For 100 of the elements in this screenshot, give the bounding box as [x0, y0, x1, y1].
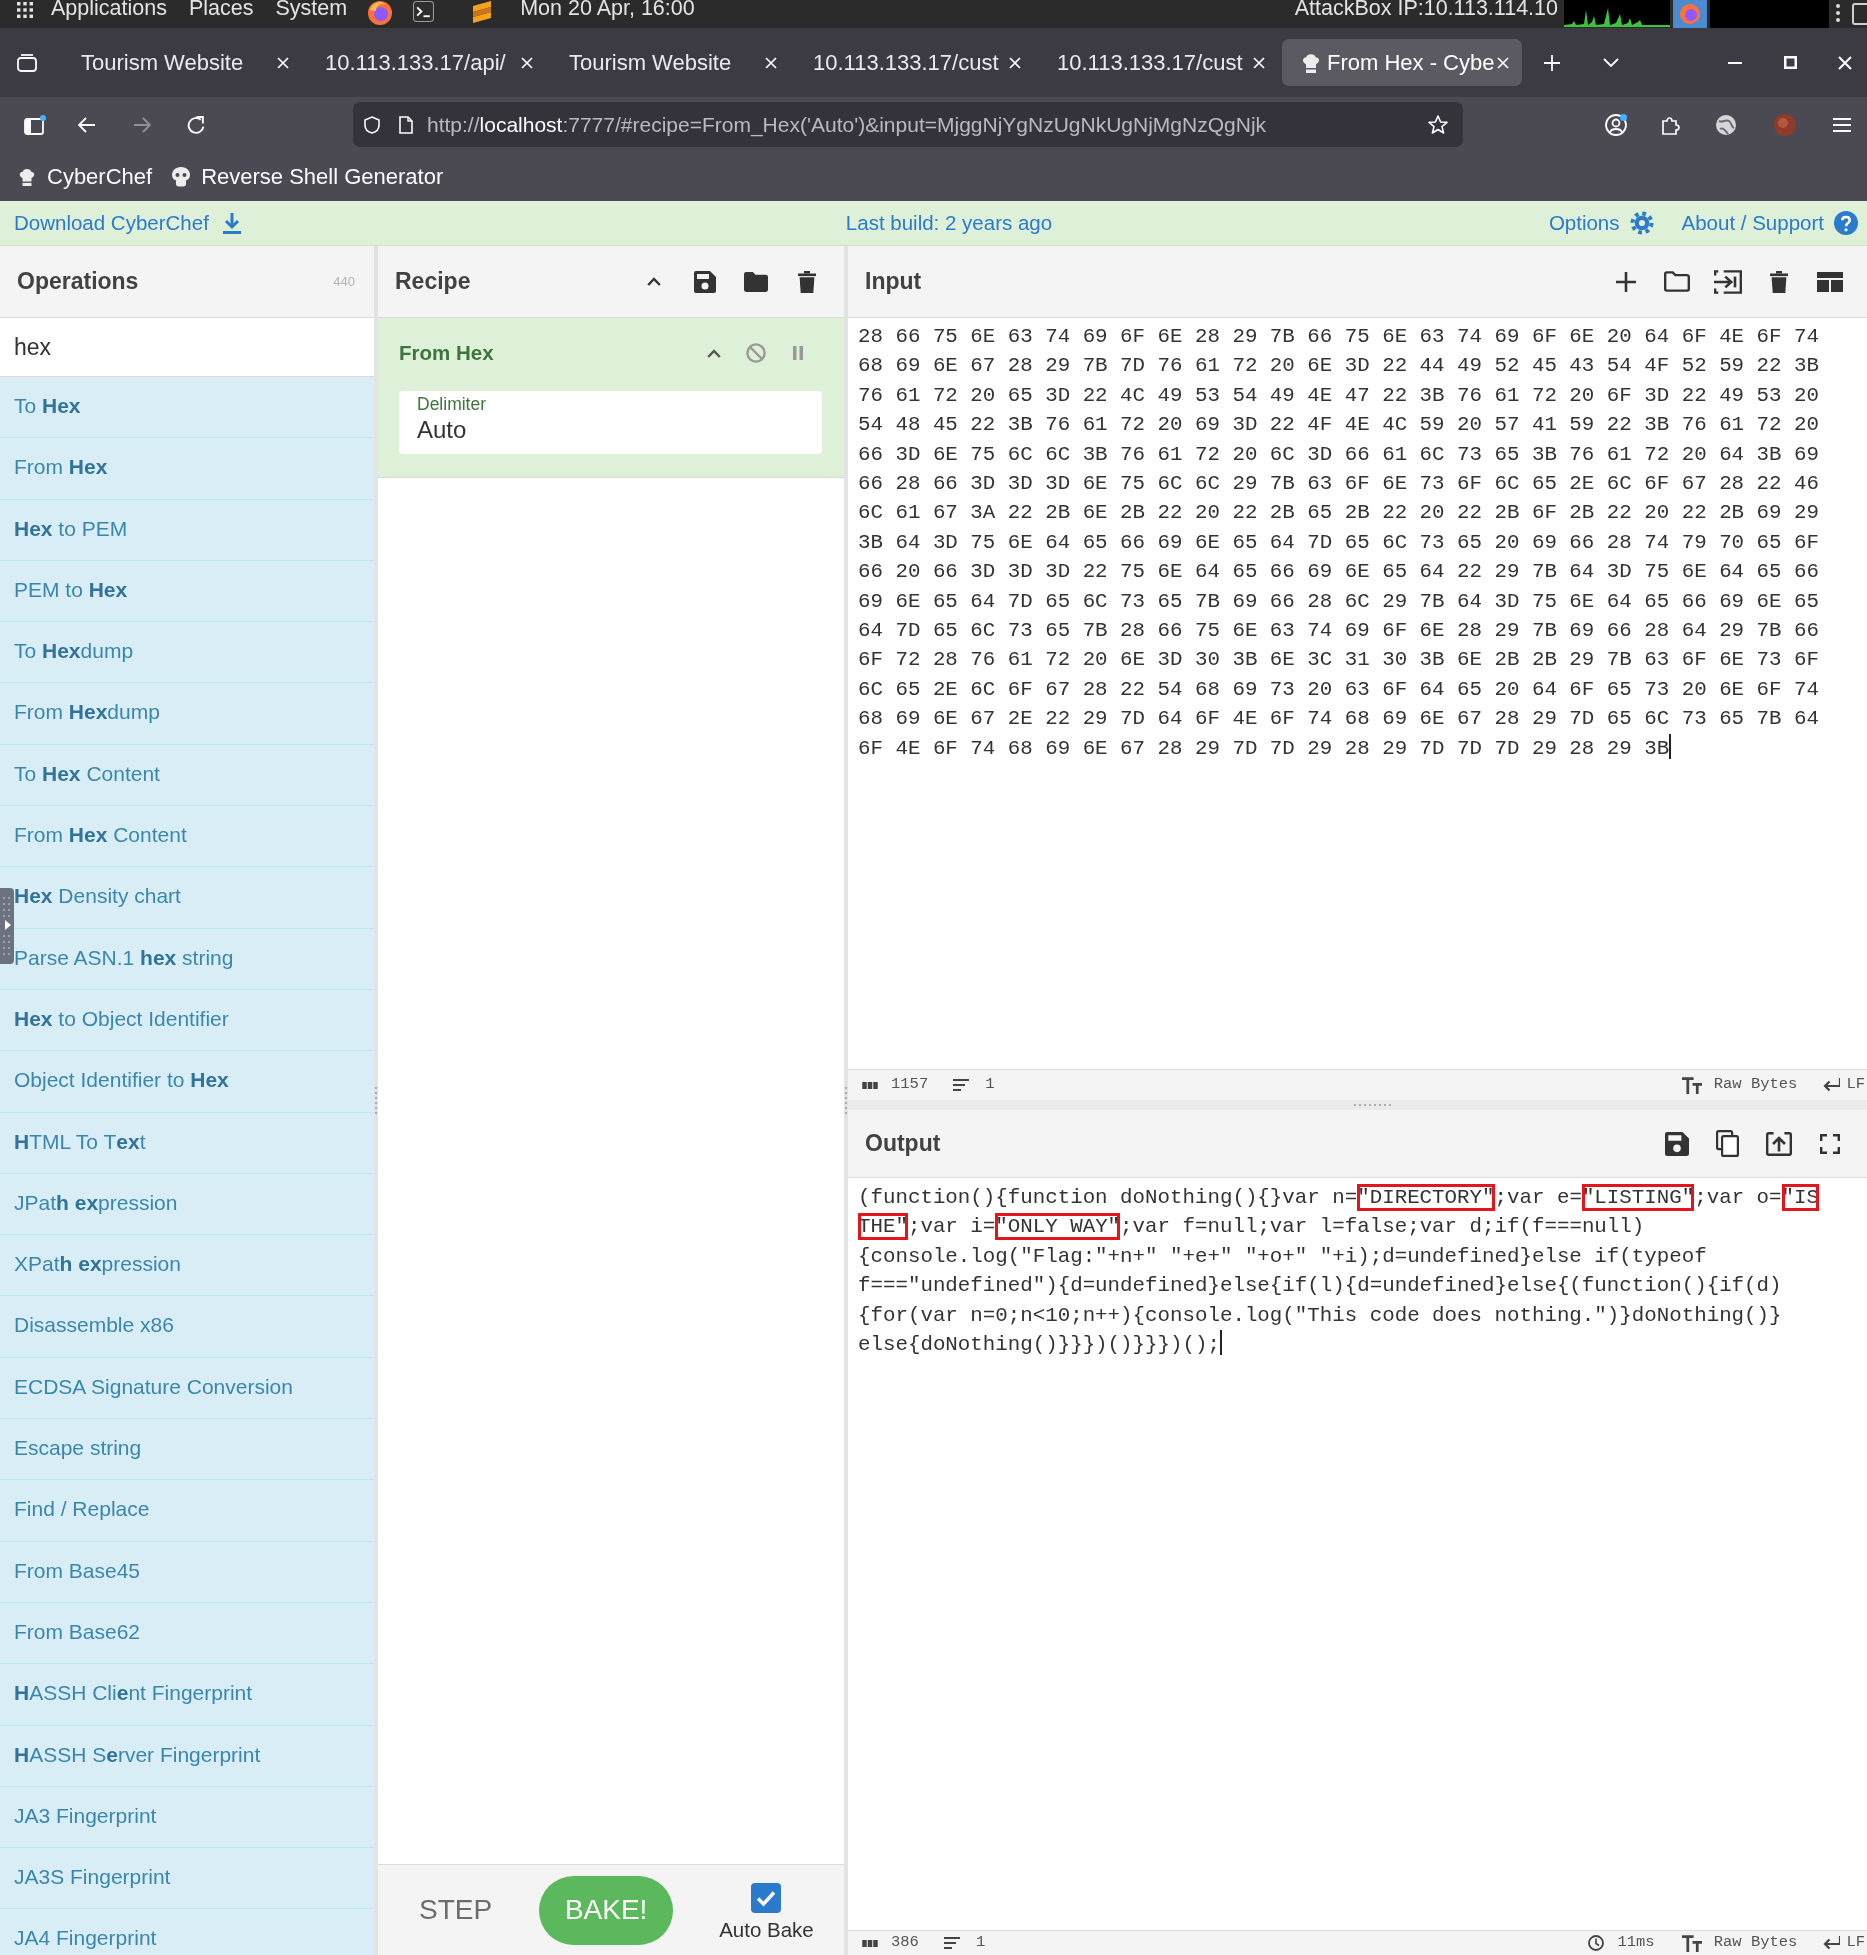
clock-text: Mon 20 Apr, 16:00 — [520, 0, 695, 19]
menu-item[interactable]: Places — [188, 0, 254, 19]
trash-icon[interactable] — [797, 270, 816, 293]
auto-bake-checkbox[interactable] — [751, 1882, 782, 1913]
chevron-down-icon[interactable] — [1603, 57, 1619, 68]
bookmark-item[interactable]: Reverse Shell Generator — [168, 157, 448, 196]
return-arrow-icon[interactable] — [1822, 1078, 1841, 1092]
operation-item[interactable]: To Hexdump — [0, 622, 374, 684]
close-icon[interactable] — [521, 56, 533, 69]
operation-item[interactable]: From Base45 — [0, 1541, 374, 1603]
operation-item[interactable]: From Hex — [0, 438, 374, 500]
menu-icon[interactable] — [1833, 117, 1851, 132]
operation-item[interactable]: JA3 Fingerprint — [0, 1786, 374, 1849]
operation-item[interactable]: HASSH Server Fingerprint — [0, 1725, 374, 1787]
operation-item[interactable]: Find / Replace — [0, 1480, 374, 1542]
sidebar-icon[interactable] — [24, 114, 46, 135]
folder-icon[interactable] — [743, 271, 768, 292]
delimiter-field[interactable]: Delimiter Auto — [399, 391, 822, 454]
operation-item[interactable]: To Hex — [0, 377, 374, 439]
operation-item[interactable]: From Base62 — [0, 1602, 374, 1665]
maximize-icon[interactable] — [1784, 56, 1797, 69]
globe-icon[interactable] — [1716, 114, 1736, 135]
save-icon[interactable] — [1664, 1131, 1689, 1156]
operation-item[interactable]: Disassemble x86 — [0, 1296, 374, 1358]
arrow-up-box-icon[interactable] — [1765, 1131, 1792, 1156]
minimize-icon[interactable] — [1728, 61, 1742, 64]
page-icon[interactable] — [399, 115, 413, 134]
terminal-icon[interactable] — [413, 1, 435, 22]
sidebar-handle[interactable] — [0, 888, 14, 964]
close-icon[interactable] — [1497, 56, 1509, 69]
kebab-menu-icon[interactable] — [1836, 4, 1840, 22]
help-icon[interactable] — [1834, 211, 1858, 235]
caret-up-icon[interactable] — [707, 348, 721, 358]
download-link[interactable]: Download CyberChef — [14, 207, 209, 239]
return-arrow-icon[interactable] — [1822, 1936, 1841, 1950]
close-icon[interactable] — [1253, 56, 1265, 69]
bake-button[interactable]: BAKE! — [539, 1875, 674, 1945]
line-ending-selector[interactable]: LF — [1846, 1073, 1865, 1097]
step-button[interactable]: STEP — [408, 1887, 504, 1933]
close-icon[interactable] — [1838, 55, 1852, 70]
tab-overview-icon[interactable] — [17, 53, 37, 72]
operation-item[interactable]: JA4 Fingerprint — [0, 1909, 374, 1955]
operation-item[interactable]: PEM to Hex — [0, 560, 374, 623]
encoding-selector[interactable]: Raw Bytes — [1713, 1931, 1798, 1955]
browser-tab[interactable]: 10.113.133.17/cust — [794, 39, 1034, 86]
stripes-icon[interactable] — [473, 1, 492, 23]
encoding-selector[interactable]: Raw Bytes — [1713, 1073, 1798, 1097]
options-link[interactable]: Options — [1548, 207, 1620, 239]
plus-icon[interactable] — [1615, 271, 1636, 292]
caret-up-icon[interactable] — [646, 277, 661, 286]
about-support-link[interactable]: About / Support — [1681, 207, 1824, 239]
operation-item[interactable]: Escape string — [0, 1419, 374, 1481]
import-icon[interactable] — [1713, 269, 1742, 294]
operation-item[interactable]: Parse ASN.1 hex string — [0, 928, 374, 990]
account-icon[interactable] — [1605, 113, 1627, 136]
operation-item[interactable]: To Hex Content — [0, 744, 374, 807]
star-icon[interactable] — [1428, 115, 1448, 134]
line-ending-selector[interactable]: LF — [1846, 1931, 1865, 1955]
close-icon[interactable] — [1009, 56, 1021, 69]
layout-icon[interactable] — [1816, 271, 1843, 292]
address-bar[interactable]: http://localhost:7777/#recipe=From_Hex('Auto')&input=MjggNjYgNzUgNkUgNjMgNzQgNjk — [353, 102, 1463, 147]
apps-grid-icon[interactable] — [17, 2, 33, 18]
copy-icon[interactable] — [1716, 1130, 1739, 1157]
operation-item[interactable]: JPath expression — [0, 1173, 374, 1236]
operation-item[interactable]: XPath expression — [0, 1235, 374, 1297]
fullscreen-icon[interactable] — [1819, 1133, 1840, 1154]
browser-icon[interactable] — [368, 1, 393, 25]
browser-tab[interactable]: 10.113.133.17/cust — [1038, 39, 1278, 86]
operation-item[interactable]: Object Identifier to Hex — [0, 1051, 374, 1113]
browser-tab[interactable]: 10.113.133.17/api/ — [306, 39, 546, 86]
close-icon[interactable] — [765, 56, 777, 69]
operation-item[interactable]: Hex to Object Identifier — [0, 989, 374, 1052]
browser-tab[interactable]: Tourism Website — [62, 39, 302, 86]
operation-item[interactable]: JA3S Fingerprint — [0, 1848, 374, 1910]
bookmark-item[interactable]: CyberChef — [14, 157, 157, 196]
back-arrow-icon[interactable] — [78, 116, 96, 133]
browser-tab[interactable]: Tourism Website — [550, 39, 790, 86]
text-size-icon[interactable] — [1681, 1076, 1702, 1094]
operation-item[interactable]: Hex to PEM — [0, 499, 374, 561]
operation-item[interactable]: From Hex Content — [0, 806, 374, 868]
trash-icon[interactable] — [1769, 270, 1788, 293]
browser-tab[interactable]: From Hex - Cybe — [1282, 39, 1522, 86]
operation-item[interactable]: From Hexdump — [0, 683, 374, 745]
operation-item[interactable]: Hex Density chart — [0, 867, 374, 929]
operation-item[interactable]: HASSH Client Fingerprint — [0, 1664, 374, 1726]
close-icon[interactable] — [277, 56, 289, 69]
forward-arrow-icon[interactable] — [133, 116, 151, 133]
operation-item[interactable]: ECDSA Signature Conversion — [0, 1357, 374, 1420]
puzzle-piece-icon[interactable] — [1661, 114, 1680, 135]
text-size-icon[interactable] — [1681, 1934, 1702, 1952]
download-icon[interactable] — [222, 212, 241, 234]
save-icon[interactable] — [693, 270, 716, 293]
window-icon[interactable] — [1852, 3, 1867, 25]
folder-icon[interactable] — [1663, 271, 1690, 292]
settings-icon[interactable] — [1629, 211, 1654, 235]
reload-icon[interactable] — [187, 115, 205, 134]
menu-item[interactable]: System — [275, 0, 348, 19]
operation-item[interactable]: HTML To Text — [0, 1112, 374, 1174]
shield-icon[interactable] — [364, 115, 380, 134]
menu-item[interactable]: Applications — [51, 0, 167, 19]
